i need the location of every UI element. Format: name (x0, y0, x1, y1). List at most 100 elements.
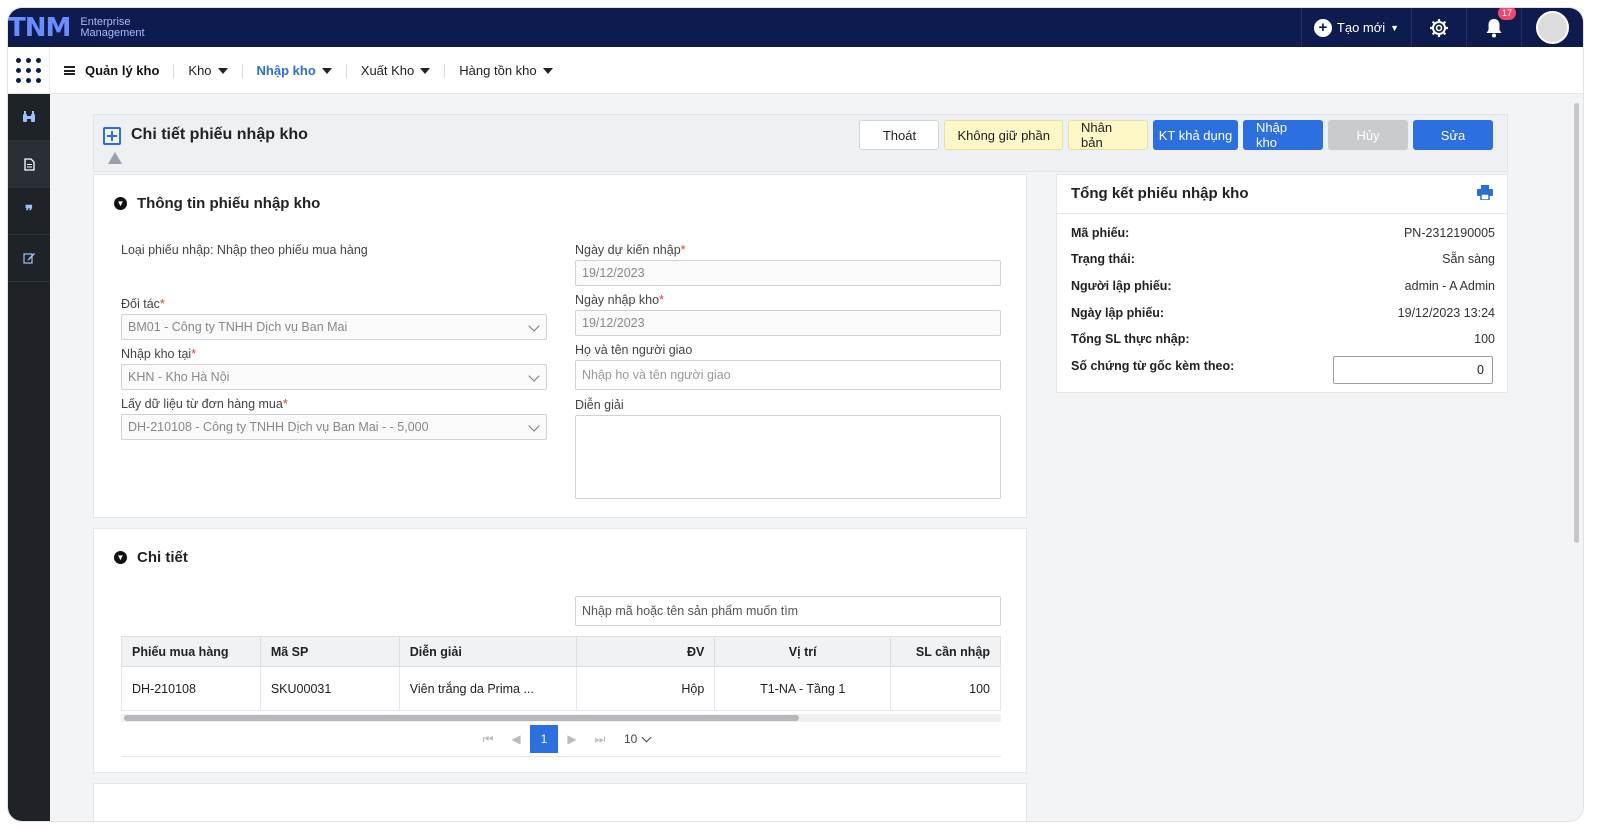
receipt-summary-card: Tổng kết phiếu nhập kho Mã phiếu: PN-231… (1056, 174, 1508, 393)
cancel-button[interactable]: Hủy (1328, 120, 1408, 150)
expected-date-value: 19/12/2023 (582, 266, 645, 280)
table-header-row: Phiếu mua hàng Mã SP Diễn giải ĐV Vị trí… (121, 636, 1001, 667)
apps-grid-button[interactable] (8, 47, 50, 94)
deliverer-input[interactable]: Nhập họ và tên người giao (575, 360, 1001, 390)
create-new-button[interactable]: + Tạo mới ▼ (1301, 8, 1411, 47)
purchase-order-select[interactable]: DH-210108 - Công ty TNHH Dịch vụ Ban Mai… (121, 414, 547, 440)
app-window: TNM Enterprise Management + Tạo mới ▼ 17 (8, 8, 1583, 821)
product-search-placeholder: Nhập mã hoặc tên sản phẩm muốn tìm (582, 604, 799, 618)
nav-item-label: Xuất Kho (360, 63, 415, 78)
nav-item-label: Hàng tồn kho (459, 63, 537, 78)
edit-icon (22, 253, 35, 264)
notification-badge: 17 (1498, 8, 1517, 20)
deliverer-placeholder: Nhập họ và tên người giao (582, 368, 731, 382)
col-header-sku[interactable]: Mã SP (259, 636, 400, 667)
product-search-input[interactable]: Nhập mã hoặc tên sản phẩm muốn tìm (575, 596, 1001, 626)
bell-icon (1486, 18, 1502, 37)
nav-item-inventory[interactable]: Hàng tồn kho (444, 63, 566, 78)
sidebar-item-edit[interactable] (8, 235, 50, 282)
warehouse-select[interactable]: KHN - Kho Hà Nội (121, 364, 547, 390)
receipt-type-text: Loại phiếu nhập: Nhập theo phiếu mua hàn… (121, 243, 368, 257)
expected-date-label: Ngày dự kiến nhập* (575, 243, 686, 257)
warehouse-label: Nhập kho tại* (121, 347, 197, 361)
divider (1057, 213, 1507, 214)
hamburger-menu-icon[interactable] (64, 66, 75, 75)
first-page-icon[interactable]: ⏮ (474, 725, 502, 753)
page-number-button[interactable]: 1 (530, 725, 558, 753)
create-new-label: Tạo mới (1336, 20, 1386, 35)
caret-down-icon (420, 67, 431, 74)
table-horizontal-scrollbar[interactable] (121, 714, 1001, 722)
app-logo[interactable]: TNM Enterprise Management (8, 12, 145, 44)
gear-icon (1430, 18, 1448, 37)
caret-down-icon (321, 67, 332, 74)
section-toggle-detail[interactable]: ▼ Chi tiết (114, 549, 188, 566)
nav-item-goods-issue[interactable]: Xuất Kho (345, 63, 445, 78)
receipt-lines-table: Phiếu mua hàng Mã SP Diễn giải ĐV Vị trí… (121, 636, 1001, 711)
col-header-qty[interactable]: SL cần nhập (890, 636, 1001, 667)
add-document-icon (103, 127, 121, 145)
prev-page-icon[interactable]: ◀ (502, 725, 530, 753)
plus-circle-icon: + (1313, 18, 1332, 37)
settings-button[interactable] (1411, 8, 1466, 47)
section-toggle-info[interactable]: ▼ Thông tin phiếu nhập kho (114, 195, 320, 212)
summary-row-total-qty: Tổng SL thực nhập: 100 (1071, 332, 1495, 346)
edit-button[interactable]: Sửa (1413, 120, 1493, 150)
sidebar-item-search[interactable] (8, 94, 50, 141)
duplicate-button[interactable]: Nhân bản (1068, 120, 1148, 150)
purchase-order-value: DH-210108 - Công ty TNHH Dịch vụ Ban Mai… (128, 420, 429, 434)
page-size-value: 10 (624, 732, 638, 746)
col-header-description[interactable]: Diễn giải (398, 636, 577, 667)
section-title: Thông tin phiếu nhập kho (137, 195, 321, 212)
binoculars-icon (23, 111, 35, 122)
nav-item-warehouse[interactable]: Kho (173, 63, 241, 78)
caret-down-icon: ▼ (1390, 22, 1400, 33)
page-title: Chi tiết phiếu nhập kho (131, 126, 308, 143)
scrollbar-thumb[interactable] (124, 715, 799, 721)
col-header-location[interactable]: Vị trí (714, 636, 892, 667)
last-page-icon[interactable]: ⏭ (586, 725, 614, 753)
page-size-select[interactable]: 10 (624, 732, 652, 746)
quote-icon: ❞ (24, 203, 34, 220)
description-textarea[interactable] (575, 415, 1001, 499)
user-menu[interactable] (1521, 8, 1583, 47)
next-page-icon[interactable]: ▶ (558, 725, 586, 753)
warning-icon[interactable] (108, 152, 122, 164)
receive-stock-button[interactable]: Nhập kho (1243, 120, 1323, 150)
notifications-button[interactable]: 17 (1466, 8, 1521, 47)
exit-button[interactable]: Thoát (859, 120, 940, 150)
page-vertical-scrollbar[interactable] (1574, 103, 1579, 543)
next-section-card (93, 783, 1027, 821)
partner-value: BM01 - Công ty TNHH Dịch vụ Ban Mai (128, 320, 348, 334)
sidebar-item-documents[interactable] (8, 141, 50, 188)
avatar (1536, 11, 1569, 44)
description-cell: Viên trắng da Prima ... (398, 666, 577, 711)
table-row: DH-210108 SKU00031 Viên trắng da Prima .… (121, 666, 1001, 711)
check-availability-button[interactable]: KT khả dụng (1153, 120, 1238, 150)
location-link[interactable]: T1-NA - Tầng 1 (714, 666, 892, 711)
nav-item-label: Nhập kho (256, 63, 316, 78)
divider (121, 756, 1001, 757)
caret-down-icon (542, 67, 553, 74)
logo-subtitle-line2: Management (80, 27, 145, 39)
sidebar-item-quotes[interactable]: ❞ (8, 188, 50, 235)
receipt-date-field[interactable]: 19/12/2023 (575, 310, 1001, 336)
chevron-down-icon: ▼ (114, 551, 127, 564)
attachments-count-input[interactable]: 0 (1333, 356, 1493, 384)
logo-subtitle: Enterprise Management (80, 17, 144, 39)
nav-item-goods-receipt[interactable]: Nhập kho (241, 63, 346, 78)
release-hold-button[interactable]: Không giữ phần (944, 120, 1063, 150)
print-icon[interactable] (1477, 185, 1493, 200)
deliverer-label: Họ và tên người giao (575, 343, 693, 357)
partner-select[interactable]: BM01 - Công ty TNHH Dịch vụ Ban Mai (121, 314, 547, 340)
chevron-down-icon (641, 732, 652, 743)
po-link[interactable]: DH-210108 (121, 666, 261, 711)
document-icon (23, 157, 35, 171)
summary-row-created-date: Ngày lập phiếu: 19/12/2023 13:24 (1071, 306, 1495, 320)
expected-date-field[interactable]: 19/12/2023 (575, 260, 1001, 286)
col-header-unit[interactable]: ĐV (575, 636, 716, 667)
caret-down-icon (217, 67, 228, 74)
purchase-order-label: Lấy dữ liệu từ đơn hàng mua* (121, 397, 288, 411)
module-title: Quản lý kho (85, 63, 160, 78)
col-header-po[interactable]: Phiếu mua hàng (121, 636, 261, 667)
